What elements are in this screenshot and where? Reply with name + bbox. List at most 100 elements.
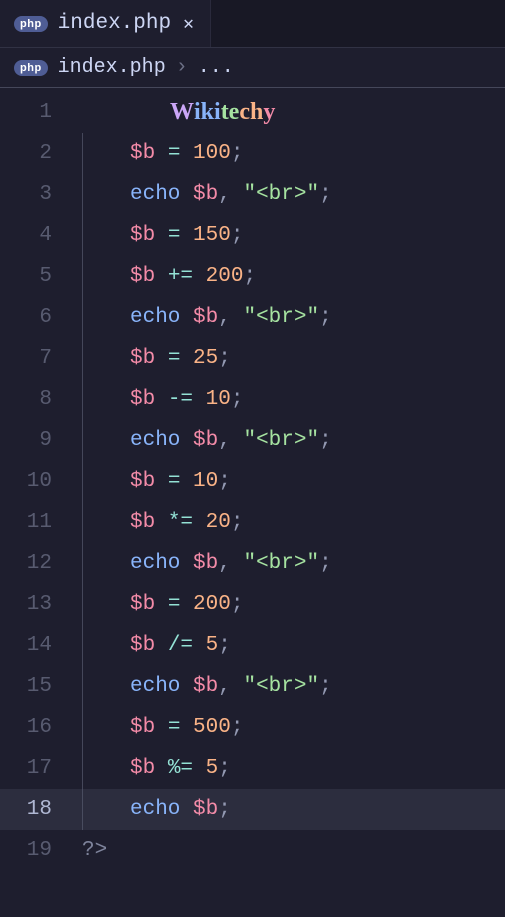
breadcrumb-filename: index.php xyxy=(58,56,166,79)
code-line[interactable]: echo $b, "<br>"; xyxy=(82,297,505,338)
number: 200 xyxy=(206,265,244,288)
line-number: 7 xyxy=(0,338,52,379)
code-line[interactable]: echo $b, "<br>"; xyxy=(82,174,505,215)
variable: $b xyxy=(130,757,155,780)
keyword-echo: echo xyxy=(130,306,180,329)
php-file-icon: php xyxy=(14,16,48,32)
code-line[interactable]: $b = 100; xyxy=(82,133,505,174)
variable: $b xyxy=(193,552,218,575)
line-number: 6 xyxy=(0,297,52,338)
semicolon: ; xyxy=(218,347,231,370)
operator: += xyxy=(168,265,193,288)
operator: /= xyxy=(168,634,193,657)
line-number: 17 xyxy=(0,748,52,789)
line-number: 2 xyxy=(0,133,52,174)
variable: $b xyxy=(193,675,218,698)
variable: $b xyxy=(130,470,155,493)
code-line[interactable]: echo $b; xyxy=(0,789,505,830)
semicolon: ; xyxy=(243,265,256,288)
operator: *= xyxy=(168,511,193,534)
number: 5 xyxy=(206,757,219,780)
breadcrumb-ellipsis[interactable]: ... xyxy=(198,56,234,79)
semicolon: ; xyxy=(231,388,244,411)
line-number: 3 xyxy=(0,174,52,215)
operator: = xyxy=(168,470,181,493)
comma: , xyxy=(218,306,243,329)
chevron-right-icon: › xyxy=(176,56,188,79)
semicolon: ; xyxy=(319,552,332,575)
string: "<br>" xyxy=(243,183,319,206)
code-line[interactable]: echo $b, "<br>"; xyxy=(82,543,505,584)
number: 200 xyxy=(193,593,231,616)
string: "<br>" xyxy=(243,306,319,329)
semicolon: ; xyxy=(319,429,332,452)
variable: $b xyxy=(130,265,155,288)
line-number: 10 xyxy=(0,461,52,502)
line-number: 4 xyxy=(0,215,52,256)
semicolon: ; xyxy=(231,593,244,616)
comma: , xyxy=(218,552,243,575)
code-line[interactable]: echo $b, "<br>"; xyxy=(82,666,505,707)
variable: $b xyxy=(130,716,155,739)
line-number-gutter: 12345678910111213141516171819 xyxy=(0,92,62,871)
code-line[interactable]: $b -= 10; xyxy=(82,379,505,420)
tab-filename: index.php xyxy=(58,12,171,35)
semicolon: ; xyxy=(319,306,332,329)
code-line[interactable]: $b = 500; xyxy=(82,707,505,748)
code-line[interactable]: ?> xyxy=(82,830,505,871)
line-number: 13 xyxy=(0,584,52,625)
code-content[interactable]: Wikitechy $b = 100;echo $b, "<br>";$b = … xyxy=(62,92,505,871)
semicolon: ; xyxy=(319,675,332,698)
code-editor[interactable]: 12345678910111213141516171819 Wikitechy … xyxy=(0,88,505,871)
variable: $b xyxy=(130,388,155,411)
operator: = xyxy=(168,593,181,616)
operator: = xyxy=(168,716,181,739)
code-line[interactable]: $b = 150; xyxy=(82,215,505,256)
operator: -= xyxy=(168,388,193,411)
semicolon: ; xyxy=(218,634,231,657)
php-file-icon: php xyxy=(14,60,48,76)
number: 100 xyxy=(193,142,231,165)
keyword-echo: echo xyxy=(130,183,180,206)
semicolon: ; xyxy=(319,183,332,206)
code-line[interactable]: echo $b, "<br>"; xyxy=(82,420,505,461)
string: "<br>" xyxy=(243,552,319,575)
number: 500 xyxy=(193,716,231,739)
code-line[interactable]: $b /= 5; xyxy=(82,625,505,666)
code-line[interactable]: $b *= 20; xyxy=(82,502,505,543)
operator: = xyxy=(168,142,181,165)
code-line[interactable] xyxy=(82,92,505,133)
code-line[interactable]: $b = 25; xyxy=(82,338,505,379)
tab-bar-empty xyxy=(211,0,505,47)
line-number: 1 xyxy=(0,92,52,133)
line-number: 16 xyxy=(0,707,52,748)
comma: , xyxy=(218,183,243,206)
line-number: 9 xyxy=(0,420,52,461)
operator: %= xyxy=(168,757,193,780)
number: 25 xyxy=(193,347,218,370)
keyword-echo: echo xyxy=(130,675,180,698)
tab-active[interactable]: php index.php ✕ xyxy=(0,0,211,47)
number: 10 xyxy=(193,470,218,493)
keyword-echo: echo xyxy=(130,552,180,575)
code-line[interactable]: $b = 200; xyxy=(82,584,505,625)
code-line[interactable]: $b %= 5; xyxy=(82,748,505,789)
close-icon[interactable]: ✕ xyxy=(181,11,196,37)
line-number: 14 xyxy=(0,625,52,666)
variable: $b xyxy=(193,798,218,821)
semicolon: ; xyxy=(231,224,244,247)
line-number: 5 xyxy=(0,256,52,297)
number: 20 xyxy=(206,511,231,534)
code-line[interactable]: $b = 10; xyxy=(82,461,505,502)
php-close-tag: ?> xyxy=(82,839,107,862)
variable: $b xyxy=(193,306,218,329)
breadcrumb[interactable]: php index.php › ... xyxy=(0,48,505,88)
keyword-echo: echo xyxy=(130,798,180,821)
variable: $b xyxy=(130,593,155,616)
variable: $b xyxy=(193,183,218,206)
operator: = xyxy=(168,347,181,370)
variable: $b xyxy=(193,429,218,452)
code-line[interactable]: $b += 200; xyxy=(82,256,505,297)
variable: $b xyxy=(130,511,155,534)
operator: = xyxy=(168,224,181,247)
